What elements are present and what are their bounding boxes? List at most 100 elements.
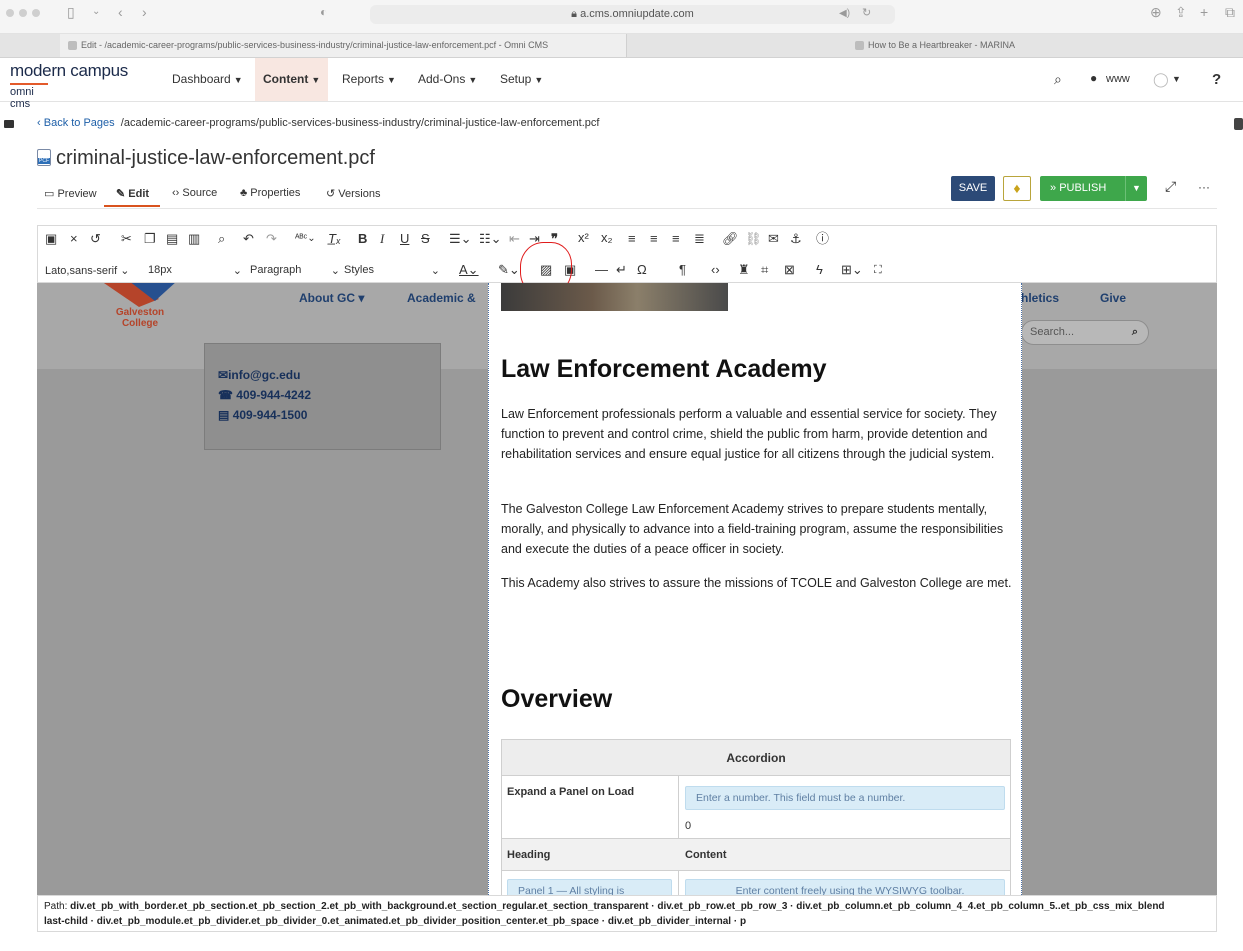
- more-options-icon[interactable]: ···: [1198, 180, 1210, 194]
- site-selector[interactable]: www: [1106, 73, 1130, 85]
- tab-source[interactable]: ‹› Source: [172, 187, 217, 199]
- align-justify-icon[interactable]: ≣: [694, 231, 705, 247]
- publish-options-button[interactable]: ▼: [1125, 176, 1147, 201]
- expand-panel-input[interactable]: 0: [685, 820, 691, 832]
- align-right-icon[interactable]: ≡: [672, 231, 680, 247]
- subscript-icon[interactable]: x₂: [601, 230, 613, 246]
- help-icon[interactable]: ?: [1212, 71, 1221, 88]
- block-format-select[interactable]: Paragraph ⌄: [250, 264, 340, 277]
- content-heading-1[interactable]: Law Enforcement Academy: [501, 355, 827, 384]
- site-nav-athletics[interactable]: thletics: [1017, 291, 1059, 305]
- site-nav-about[interactable]: About GC ▾: [299, 291, 364, 305]
- minimize-window-button[interactable]: [19, 9, 27, 17]
- font-family-select[interactable]: Lato,sans-serif ⌄: [45, 264, 129, 277]
- browser-tab-cms[interactable]: Edit - /academic-career-programs/public-…: [60, 34, 626, 57]
- show-blocks-icon[interactable]: ¶: [679, 262, 686, 278]
- special-character-icon[interactable]: Ω: [637, 262, 647, 278]
- folder-panel-icon[interactable]: [4, 120, 14, 128]
- lightning-icon[interactable]: ϟ: [816, 262, 823, 278]
- tab-edit[interactable]: ✎ Edit: [116, 187, 149, 200]
- site-nav-give[interactable]: Give: [1100, 291, 1126, 305]
- browser-tab-music[interactable]: How to Be a Heartbreaker - MARINA: [626, 34, 1243, 57]
- outdent-icon[interactable]: ⇤: [509, 231, 520, 247]
- chevron-down-icon[interactable]: ⌄: [92, 4, 100, 20]
- align-left-icon[interactable]: ≡: [628, 231, 636, 247]
- back-icon[interactable]: ‹: [118, 4, 123, 20]
- paste-text-icon[interactable]: ▥: [188, 231, 200, 247]
- side-panel-icon[interactable]: [1234, 118, 1243, 130]
- table-icon[interactable]: ⊞⌄: [841, 262, 863, 278]
- bullet-list-icon[interactable]: ☰⌄: [449, 231, 472, 247]
- text-color-icon[interactable]: A⌄: [459, 262, 479, 278]
- numbered-list-icon[interactable]: ☷⌄: [479, 231, 502, 247]
- insert-link-icon[interactable]: 🔗︎: [722, 231, 739, 247]
- path-line-1[interactable]: div.et_pb_with_border.et_pb_section.et_p…: [70, 901, 1164, 912]
- tab-preview[interactable]: ▭ Preview: [44, 187, 97, 200]
- email-link-icon[interactable]: ✉: [768, 231, 779, 247]
- privacy-shield-icon[interactable]: ◐: [320, 4, 327, 20]
- path-line-2[interactable]: last-child · div.et_pb_module.et_pb_divi…: [44, 916, 746, 927]
- cut-icon[interactable]: ✂: [121, 231, 132, 247]
- tab-overview-icon[interactable]: ⧉: [1225, 4, 1235, 20]
- underline-icon[interactable]: U: [400, 231, 409, 247]
- new-tab-icon[interactable]: +: [1200, 4, 1208, 20]
- undo-icon[interactable]: ↶: [243, 231, 254, 247]
- clear-formatting-icon[interactable]: T̲ₓ: [328, 231, 341, 247]
- site-search-input[interactable]: Search... ⌕: [1021, 320, 1149, 345]
- spellcheck-icon[interactable]: ᴬᴮᶜ⌄: [295, 231, 316, 247]
- find-replace-icon[interactable]: ⌕: [218, 231, 225, 247]
- user-avatar-icon[interactable]: ◯: [1153, 71, 1169, 88]
- sidebar-icon[interactable]: ▯: [67, 4, 75, 20]
- share-icon[interactable]: ⇪: [1175, 4, 1187, 20]
- fullscreen-icon[interactable]: ⤢: [1165, 178, 1176, 195]
- horizontal-rule-icon[interactable]: —: [595, 262, 608, 278]
- anchor-icon[interactable]: ⚓︎: [790, 231, 802, 247]
- italic-icon[interactable]: I: [380, 231, 384, 247]
- forward-icon[interactable]: ›: [142, 4, 147, 20]
- panel-content-hint[interactable]: Enter content freely using the WYSIWYG t…: [685, 879, 1005, 895]
- zoom-window-button[interactable]: [32, 9, 40, 17]
- superscript-icon[interactable]: x²: [578, 230, 589, 246]
- download-icon[interactable]: ⊕: [1150, 4, 1162, 20]
- panel-heading-hint[interactable]: Panel 1 — All styling is: [507, 879, 672, 895]
- contact-phone[interactable]: ☎︎ 409-944-4242: [218, 388, 311, 402]
- reload-icon[interactable]: ↻: [862, 5, 871, 21]
- address-bar[interactable]: 🔒︎ a.cms.omniupdate.com: [370, 5, 895, 24]
- tab-versions[interactable]: ↺ Versions: [326, 187, 380, 200]
- bold-icon[interactable]: B: [358, 231, 367, 247]
- chevron-down-icon[interactable]: ▼: [1172, 74, 1181, 84]
- nav-add-ons[interactable]: Add-Ons ▼: [410, 58, 485, 101]
- save-button[interactable]: SAVE: [951, 176, 995, 201]
- contact-email[interactable]: ✉info@gc.edu: [218, 368, 300, 382]
- paste-icon[interactable]: ▤: [166, 231, 178, 247]
- content-paragraph[interactable]: Law Enforcement professionals perform a …: [501, 404, 1013, 464]
- font-size-select[interactable]: 18px ⌄: [148, 264, 242, 277]
- close-window-button[interactable]: [6, 9, 14, 17]
- content-paragraph[interactable]: This Academy also strives to assure the …: [501, 573, 1013, 593]
- unlink-icon[interactable]: ⛓: [745, 231, 762, 247]
- site-nav-academic[interactable]: Academic &: [407, 291, 476, 305]
- editor-canvas[interactable]: Galveston College About GC ▾ Academic & …: [37, 283, 1217, 895]
- styles-select[interactable]: Styles ⌄: [344, 264, 440, 277]
- nav-reports[interactable]: Reports ▼: [334, 58, 404, 101]
- back-to-pages-link[interactable]: ‹ Back to Pages: [37, 117, 115, 129]
- source-code-icon[interactable]: ‹›: [711, 262, 720, 278]
- close-icon[interactable]: ×: [70, 231, 78, 247]
- accordion-snippet[interactable]: Accordion Expand a Panel on Load Enter a…: [501, 739, 1011, 895]
- location-pin-icon[interactable]: ●: [1090, 71, 1097, 85]
- highlight-color-icon[interactable]: ✎⌄: [498, 262, 520, 278]
- search-icon[interactable]: ⌕: [1054, 71, 1062, 88]
- copy-icon[interactable]: ❐: [144, 231, 156, 247]
- help-icon[interactable]: ⓘ: [816, 231, 829, 247]
- save-icon[interactable]: ▣: [45, 231, 57, 247]
- nav-setup[interactable]: Setup ▼: [492, 58, 551, 101]
- crop-icon[interactable]: ⌗: [761, 262, 768, 278]
- nav-content[interactable]: Content ▼: [255, 58, 329, 101]
- lightbulb-icon[interactable]: ♦: [1003, 176, 1031, 201]
- gadget-icon[interactable]: ⊠: [784, 262, 795, 278]
- content-paragraph[interactable]: The Galveston College Law Enforcement Ac…: [501, 499, 1013, 559]
- snippet-icon[interactable]: ♜: [738, 262, 750, 278]
- brand-logo[interactable]: modern campus omni cms: [10, 62, 128, 110]
- audio-icon[interactable]: ◀): [839, 6, 850, 22]
- content-heading-2[interactable]: Overview: [501, 685, 612, 714]
